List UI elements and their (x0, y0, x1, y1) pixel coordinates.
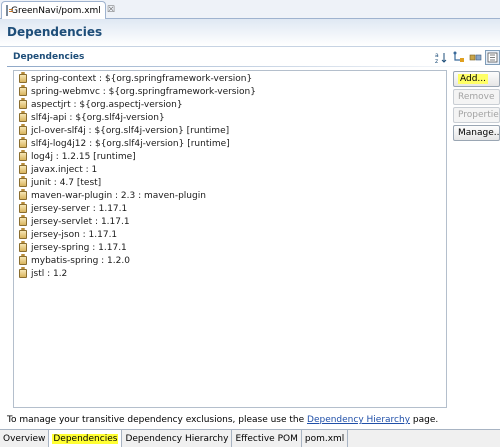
collapse-icon[interactable] (485, 50, 500, 65)
sort-alphabetical-icon[interactable]: az (434, 50, 449, 65)
editor-page-tabs: Overview Dependencies Dependency Hierarc… (0, 429, 500, 447)
dependency-item[interactable]: maven-war-plugin : 2.3 : maven-plugin (14, 189, 446, 202)
editor-tab-bar: GreenNavi/pom.xml ☒ (0, 0, 500, 19)
filter-icon[interactable] (468, 50, 483, 65)
editor-tab-pom[interactable]: GreenNavi/pom.xml ☒ (1, 1, 115, 19)
section-divider (7, 66, 500, 67)
footer-suffix: page. (410, 415, 439, 425)
dependency-item[interactable]: slf4j-api : ${org.slf4j-version} (14, 111, 446, 124)
dependency-label: jersey-spring : 1.17.1 (31, 242, 127, 253)
dependencies-list[interactable]: spring-context : ${org.springframework-v… (13, 70, 447, 408)
dependency-item[interactable]: log4j : 1.2.15 [runtime] (14, 150, 446, 163)
jar-icon (19, 124, 27, 135)
jar-icon (19, 163, 27, 174)
dependency-label: jcl-over-slf4j : ${org.slf4j-version} [r… (31, 125, 230, 136)
svg-text:z: z (435, 58, 438, 64)
jar-icon (19, 111, 27, 122)
dependency-item[interactable]: slf4j-log4j12 : ${org.slf4j-version} [ru… (14, 137, 446, 150)
dependency-item[interactable]: jstl : 1.2 (14, 267, 446, 280)
dependency-label: jersey-json : 1.17.1 (31, 229, 118, 240)
manage-button[interactable]: Manage... (453, 125, 500, 141)
dependency-label: aspectjrt : ${org.aspectj-version} (31, 99, 183, 110)
remove-button[interactable]: Remove (453, 89, 500, 105)
dependency-item[interactable]: spring-context : ${org.springframework-v… (14, 72, 446, 85)
dependency-item[interactable]: jcl-over-slf4j : ${org.slf4j-version} [r… (14, 124, 446, 137)
dependency-label: spring-webmvc : ${org.springframework-ve… (31, 86, 256, 97)
jar-icon (19, 228, 27, 239)
tab-dependencies[interactable]: Dependencies (49, 430, 123, 447)
show-groupid-icon[interactable] (451, 50, 466, 65)
dependency-buttons: Add... Remove Properties... Manage... (453, 71, 500, 143)
dependency-label: jstl : 1.2 (31, 268, 68, 279)
tab-overview[interactable]: Overview (0, 430, 50, 447)
properties-button[interactable]: Properties... (453, 107, 500, 123)
footer-prefix: To manage your transitive dependency exc… (7, 415, 308, 425)
dependency-label: jersey-servlet : 1.17.1 (31, 216, 130, 227)
dependency-label: slf4j-api : ${org.slf4j-version} (31, 112, 165, 123)
dependency-item[interactable]: aspectjrt : ${org.aspectj-version} (14, 98, 446, 111)
dependency-item[interactable]: jersey-server : 1.17.1 (14, 202, 446, 215)
page-header: Dependencies (0, 19, 500, 47)
dependency-item[interactable]: junit : 4.7 [test] (14, 176, 446, 189)
editor-tab-label: GreenNavi/pom.xml (11, 5, 101, 16)
page-title: Dependencies (7, 25, 103, 39)
tab-pom-xml[interactable]: pom.xml (301, 430, 349, 447)
jar-icon (19, 215, 27, 226)
dependency-label: jersey-server : 1.17.1 (31, 203, 128, 214)
section-toolbar: az (434, 50, 500, 65)
section-title: Dependencies (13, 52, 85, 62)
tab-dependency-hierarchy[interactable]: Dependency Hierarchy (122, 430, 233, 447)
dependency-label: javax.inject : 1 (31, 164, 98, 175)
dependency-item[interactable]: mybatis-spring : 1.2.0 (14, 254, 446, 267)
jar-icon (19, 98, 27, 109)
dependency-item[interactable]: jersey-json : 1.17.1 (14, 228, 446, 241)
jar-icon (19, 267, 27, 278)
tab-effective-pom[interactable]: Effective POM (232, 430, 302, 447)
dependency-label: log4j : 1.2.15 [runtime] (31, 151, 136, 162)
jar-icon (19, 150, 27, 161)
footer-message: To manage your transitive dependency exc… (7, 415, 438, 425)
dependency-label: maven-war-plugin : 2.3 : maven-plugin (31, 190, 206, 201)
dependency-item[interactable]: jersey-spring : 1.17.1 (14, 241, 446, 254)
dependency-label: junit : 4.7 [test] (31, 177, 102, 188)
dependency-item[interactable]: spring-webmvc : ${org.springframework-ve… (14, 85, 446, 98)
jar-icon (19, 189, 27, 200)
jar-icon (19, 202, 27, 213)
jar-icon (19, 72, 27, 83)
close-icon[interactable]: ☒ (107, 6, 115, 15)
dependency-item[interactable]: javax.inject : 1 (14, 163, 446, 176)
dependency-hierarchy-link[interactable]: Dependency Hierarchy (307, 415, 410, 425)
section-header: Dependencies az (0, 48, 500, 68)
xml-file-icon (6, 5, 13, 16)
jar-icon (19, 176, 27, 187)
jar-icon (19, 241, 27, 252)
dependency-label: mybatis-spring : 1.2.0 (31, 255, 130, 266)
add-button[interactable]: Add... (453, 71, 500, 87)
jar-icon (19, 137, 27, 148)
dependency-label: slf4j-log4j12 : ${org.slf4j-version} [ru… (31, 138, 230, 149)
jar-icon (19, 85, 27, 96)
jar-icon (19, 254, 27, 265)
dependency-label: spring-context : ${org.springframework-v… (31, 73, 253, 84)
dependency-item[interactable]: jersey-servlet : 1.17.1 (14, 215, 446, 228)
